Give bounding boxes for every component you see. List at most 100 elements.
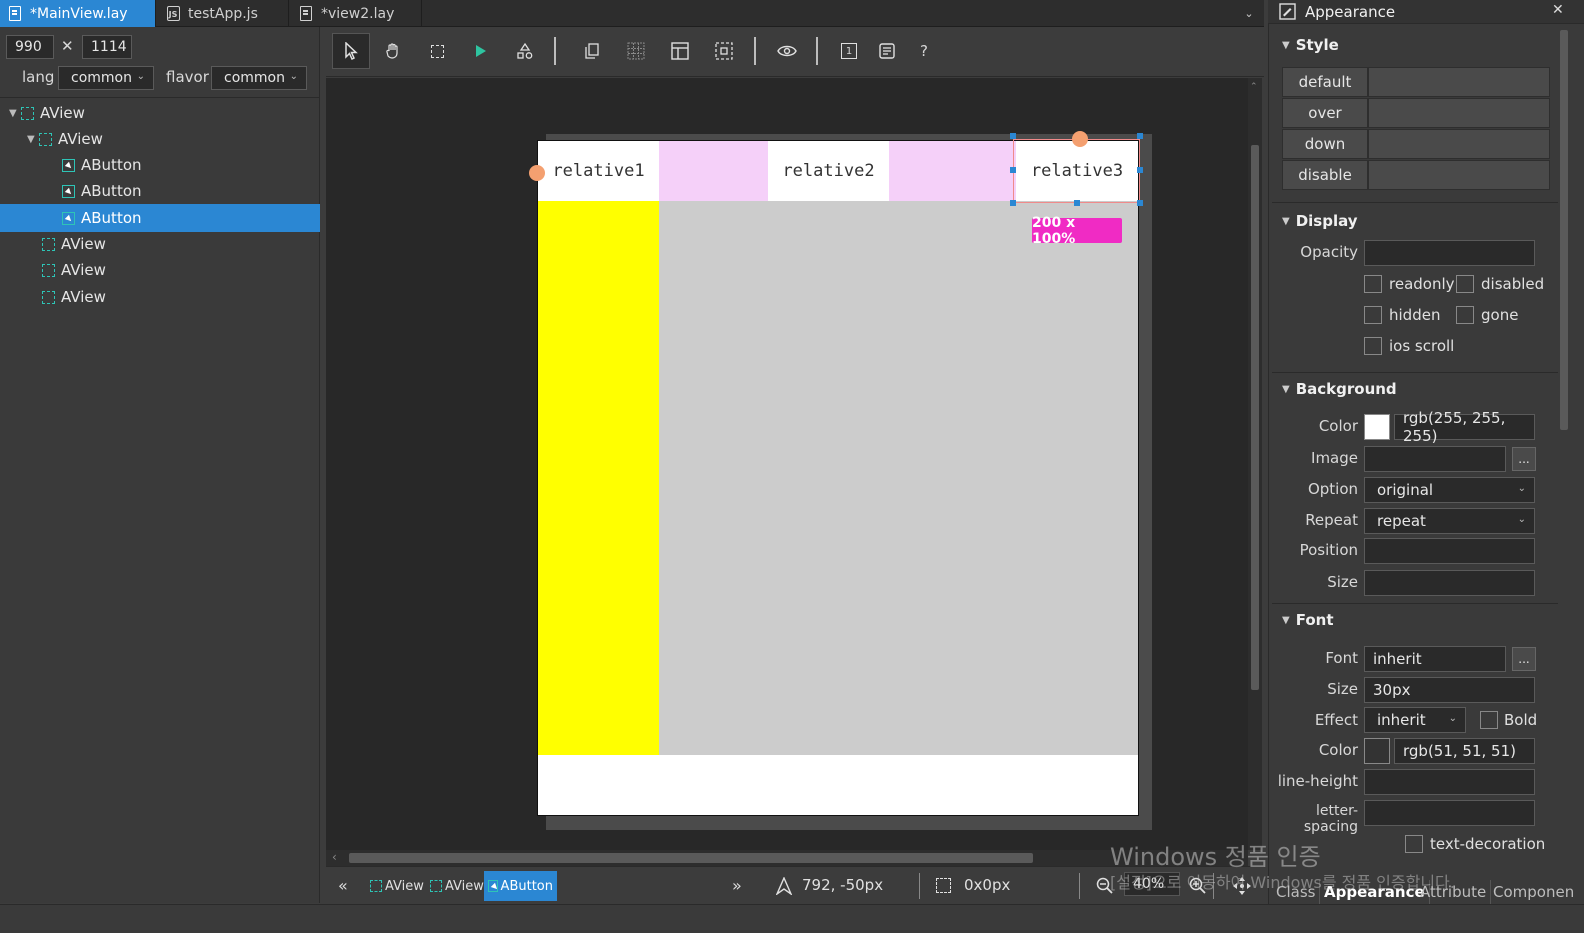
text-decoration-label: text-decoration <box>1430 835 1546 853</box>
text-decoration-checkbox[interactable] <box>1405 835 1423 853</box>
bg-option-select[interactable]: original ⌄ <box>1364 477 1535 503</box>
style-over-value[interactable] <box>1368 98 1550 128</box>
relative1-button[interactable]: relative1 <box>538 141 659 201</box>
tree-node-aview[interactable]: AView <box>0 284 320 310</box>
tab-mainview[interactable]: *MainView.lay <box>0 0 156 27</box>
bold-checkbox[interactable] <box>1480 711 1498 729</box>
layout-icon <box>671 42 689 60</box>
disabled-checkbox[interactable] <box>1456 275 1474 293</box>
layout-button[interactable] <box>661 33 699 69</box>
style-disable-value[interactable] <box>1368 160 1550 190</box>
double-chevron-right-icon[interactable]: » <box>732 876 742 895</box>
caret-down-icon[interactable]: ▼ <box>27 134 39 145</box>
style-down-value[interactable] <box>1368 129 1550 159</box>
scroll-up-icon[interactable]: ⌃ <box>1250 82 1258 92</box>
style-default[interactable]: default <box>1282 67 1368 97</box>
bg-color-swatch[interactable] <box>1364 414 1390 440</box>
resize-handle[interactable] <box>1010 167 1016 173</box>
style-over[interactable]: over <box>1282 98 1368 128</box>
flavor-select[interactable]: common ⌄ <box>211 66 307 90</box>
tree-node-aview[interactable]: AView <box>0 231 320 257</box>
bg-repeat-select[interactable]: repeat ⌄ <box>1364 508 1535 534</box>
scroll-left-icon[interactable]: ‹ <box>332 850 337 864</box>
breadcrumb-aview[interactable]: AView <box>366 871 428 901</box>
relative2-button[interactable]: relative2 <box>768 141 889 201</box>
layers-button[interactable] <box>573 33 611 69</box>
bg-size-input[interactable] <box>1364 570 1535 596</box>
breadcrumb-aview[interactable]: AView <box>426 871 488 901</box>
hand-icon <box>386 43 398 59</box>
font-color-swatch[interactable] <box>1364 738 1390 764</box>
tree-node-abutton-selected[interactable]: AButton <box>0 204 320 232</box>
font-color-input[interactable]: rgb(51, 51, 51) <box>1394 738 1535 764</box>
tab-view2[interactable]: *view2.lay <box>289 0 422 27</box>
bg-position-input[interactable] <box>1364 538 1535 564</box>
resize-handle[interactable] <box>1010 133 1016 139</box>
script-button[interactable] <box>868 33 906 69</box>
tree-node-label: AView <box>61 235 106 253</box>
run-button[interactable] <box>462 33 500 69</box>
opacity-input[interactable] <box>1364 240 1535 266</box>
vertical-scroll-thumb[interactable] <box>1251 145 1259 690</box>
ios-scroll-checkbox[interactable] <box>1364 337 1382 355</box>
tab-testapp[interactable]: JS testApp.js <box>156 0 289 27</box>
tree-node-aview-child[interactable]: ▼ AView <box>0 126 320 152</box>
hidden-checkbox[interactable] <box>1364 306 1382 324</box>
resize-handle[interactable] <box>1074 200 1080 206</box>
select-tool-button[interactable] <box>332 33 370 69</box>
grid-button[interactable] <box>617 33 655 69</box>
font-browse-button[interactable]: ... <box>1512 647 1536 671</box>
font-section-header[interactable]: ▼ Font <box>1282 611 1334 629</box>
style-default-value[interactable] <box>1368 67 1550 97</box>
double-chevron-left-icon[interactable]: « <box>338 876 348 895</box>
preview-button[interactable] <box>768 33 806 69</box>
tree-node-abutton[interactable]: AButton <box>0 178 320 204</box>
tree-node-abutton[interactable]: AButton <box>0 152 320 178</box>
resize-handle[interactable] <box>1137 133 1143 139</box>
resize-handle[interactable] <box>1137 167 1143 173</box>
style-disable[interactable]: disable <box>1282 160 1368 190</box>
font-size-input[interactable]: 30px <box>1364 677 1535 703</box>
components-button[interactable] <box>506 33 544 69</box>
help-button[interactable]: ? <box>905 33 943 69</box>
tab-list-dropdown[interactable]: ⌄ <box>1234 0 1264 27</box>
left-yellow-view[interactable] <box>538 201 659 755</box>
page-button[interactable]: 1 <box>830 33 868 69</box>
resize-handle[interactable] <box>1010 200 1016 206</box>
anchor-top-handle[interactable] <box>1072 131 1088 147</box>
font-effect-select[interactable]: inherit ⌄ <box>1364 707 1466 733</box>
page-number-icon: 1 <box>841 43 857 59</box>
marquee-tool-button[interactable] <box>418 33 456 69</box>
fit-button[interactable] <box>705 33 743 69</box>
resize-handle[interactable] <box>1137 200 1143 206</box>
bg-repeat-value: repeat <box>1377 512 1426 530</box>
gone-checkbox[interactable] <box>1456 306 1474 324</box>
line-height-input[interactable] <box>1364 769 1535 795</box>
anchor-left-handle[interactable] <box>529 165 545 181</box>
style-section-header[interactable]: ▼ Style <box>1282 36 1339 54</box>
tree-node-aview-root[interactable]: ▼ AView <box>0 100 320 126</box>
style-down[interactable]: down <box>1282 129 1368 159</box>
height-input[interactable]: 1114 <box>82 35 132 59</box>
width-input[interactable]: 990 <box>6 35 54 59</box>
tab-component[interactable]: Componen <box>1489 880 1578 904</box>
pan-tool-button[interactable] <box>374 33 412 69</box>
background-section-header[interactable]: ▼ Background <box>1282 380 1397 398</box>
bg-color-input[interactable]: rgb(255, 255, 255) <box>1394 409 1535 445</box>
ios-scroll-label: ios scroll <box>1389 337 1455 355</box>
display-section-header[interactable]: ▼ Display <box>1282 212 1358 230</box>
lang-select[interactable]: common ⌄ <box>58 66 154 90</box>
horizontal-scroll-thumb[interactable] <box>349 853 1033 863</box>
section-title: Font <box>1295 611 1334 629</box>
caret-down-icon[interactable]: ▼ <box>9 108 21 119</box>
tree-node-aview[interactable]: AView <box>0 257 320 283</box>
panel-scroll-thumb[interactable] <box>1560 30 1568 430</box>
close-icon[interactable]: ✕ <box>1552 2 1564 18</box>
readonly-checkbox[interactable] <box>1364 275 1382 293</box>
main-gray-view[interactable] <box>659 201 1138 755</box>
bg-image-input[interactable] <box>1364 446 1506 472</box>
letter-spacing-input[interactable] <box>1364 800 1535 826</box>
bg-image-browse-button[interactable]: ... <box>1512 447 1536 471</box>
breadcrumb-abutton[interactable]: AButton <box>484 871 557 901</box>
font-input[interactable]: inherit <box>1364 646 1506 672</box>
